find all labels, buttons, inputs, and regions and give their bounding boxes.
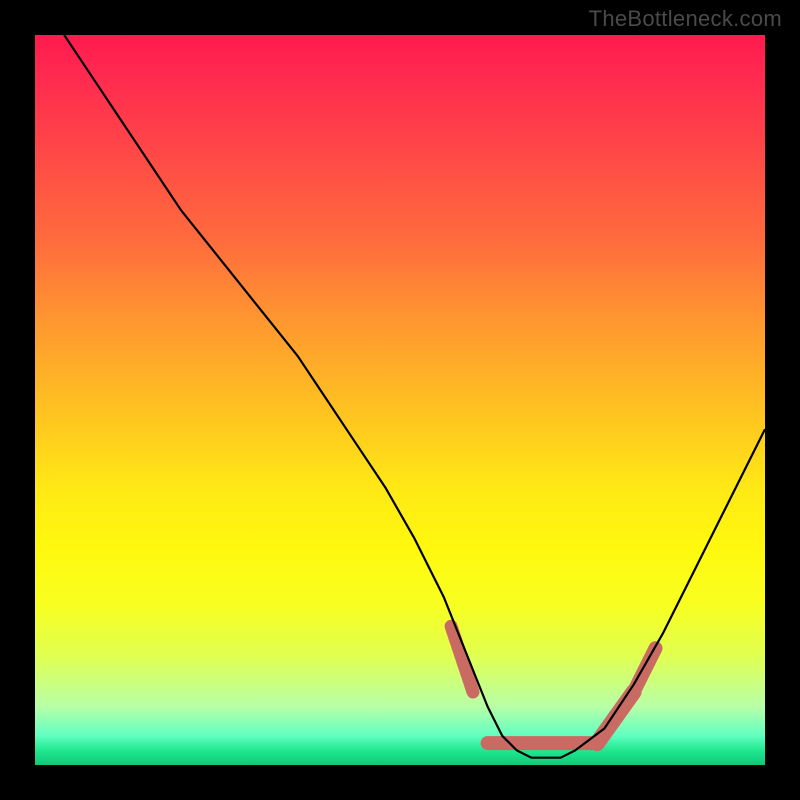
chart-container: TheBottleneck.com	[0, 0, 800, 800]
plot-area	[35, 35, 765, 765]
gradient-background	[35, 35, 765, 765]
watermark-text: TheBottleneck.com	[589, 6, 782, 32]
